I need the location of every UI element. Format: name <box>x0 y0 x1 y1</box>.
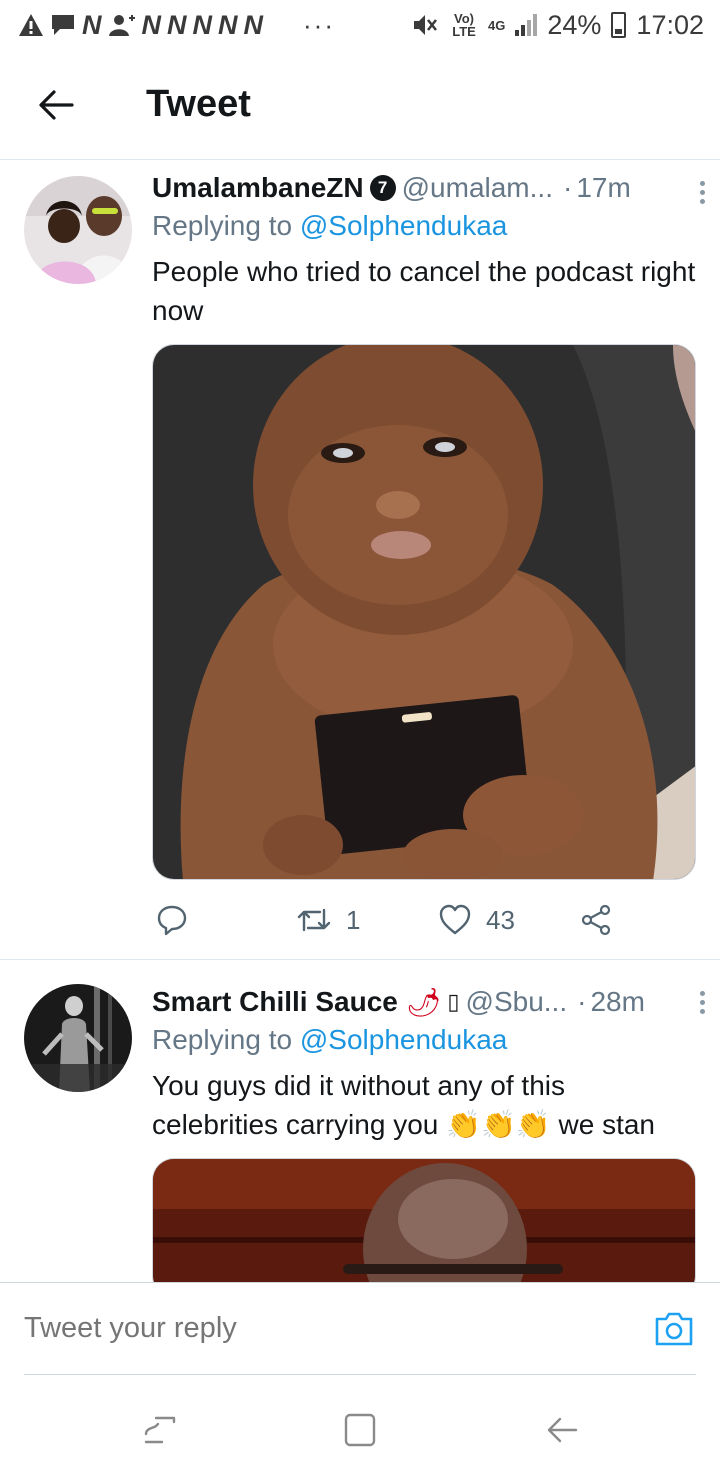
overflow-dots: ··· <box>303 9 335 40</box>
camera-icon <box>655 1312 693 1345</box>
tweet[interactable]: Smart Chilli Sauce 🌶 ▯ @Sbu... · 28m Rep… <box>0 962 720 1282</box>
page-title: Tweet <box>146 83 251 125</box>
recents-button[interactable] <box>140 1410 180 1450</box>
reply-composer <box>0 1282 720 1375</box>
verified-badge: 7 <box>369 175 396 201</box>
nav-back-icon <box>547 1417 578 1443</box>
share-button[interactable] <box>580 896 612 944</box>
more-vertical-icon <box>699 180 705 186</box>
reply-icon <box>157 905 187 936</box>
mute-icon <box>414 15 438 35</box>
user-handle[interactable]: @umalam... <box>402 172 553 204</box>
top-app-bar: Tweet <box>0 50 720 160</box>
tweet-header: Smart Chilli Sauce 🌶 ▯ @Sbu... · 28m <box>152 984 697 1020</box>
reply-input[interactable] <box>24 1312 652 1345</box>
tweet-header: UmalambaneZN 7 @umalam... · 17m <box>152 170 697 206</box>
avatar[interactable] <box>24 984 132 1092</box>
tweet[interactable]: UmalambaneZN 7 @umalam... · 17m Replying… <box>0 160 720 960</box>
tweet-body: UmalambaneZN 7 @umalam... · 17m Replying… <box>152 170 697 330</box>
status-bar: N N N N N N ··· Vo) LTE 4G 24% 17:02 <box>0 0 720 50</box>
heart-icon <box>439 904 471 935</box>
message-icon <box>52 15 74 35</box>
notification-icons: N N N N N N ··· <box>18 10 335 41</box>
nav-back-button[interactable] <box>542 1410 582 1450</box>
notification-n: N <box>167 9 187 40</box>
home-icon <box>344 1413 376 1447</box>
retweet-button[interactable]: 1 <box>296 896 360 944</box>
tweet-actions: 1 43 <box>152 896 697 944</box>
replying-prefix: Replying to <box>152 1024 293 1055</box>
display-name[interactable]: UmalambaneZN <box>152 172 364 204</box>
reply-composer-row <box>24 1283 696 1375</box>
mention-link[interactable]: @Solphendukaa <box>300 1024 507 1055</box>
timestamp: 17m <box>576 172 631 203</box>
tweet-text: People who tried to cancel the podcast r… <box>152 256 696 326</box>
user-handle[interactable]: @Sbu... <box>466 986 568 1018</box>
camera-button[interactable] <box>652 1307 696 1351</box>
system-icons: Vo) LTE 4G 24% 17:02 <box>412 10 704 41</box>
timestamp: 28m <box>590 986 645 1017</box>
system-nav-bar <box>0 1380 720 1480</box>
signal-icon <box>515 14 538 36</box>
chilli-emoji: 🌶 <box>405 986 442 1018</box>
recents-icon <box>144 1416 176 1444</box>
mention-link[interactable]: @Solphendukaa <box>300 210 507 241</box>
more-options-button[interactable] <box>692 174 712 210</box>
like-count: 43 <box>486 904 515 935</box>
tweet-text: You guys did it without any of this cele… <box>152 1066 697 1144</box>
replying-to: Replying to @Solphendukaa <box>152 1024 697 1060</box>
reply-button[interactable] <box>156 896 188 944</box>
retweet-count: 1 <box>346 904 361 935</box>
home-button[interactable] <box>340 1410 380 1450</box>
battery-percent: 24% <box>547 9 602 40</box>
notification-n: N <box>141 9 162 40</box>
tweet-text-end: we stan <box>558 1109 656 1140</box>
more-options-button[interactable] <box>692 984 712 1020</box>
warning-icon <box>19 14 43 36</box>
volte-label: Vo) LTE <box>452 11 476 39</box>
notification-n: N <box>192 9 213 40</box>
notification-n: N <box>218 9 238 40</box>
tweet-image[interactable] <box>152 344 696 880</box>
display-name[interactable]: Smart Chilli Sauce <box>152 986 398 1018</box>
like-button[interactable]: 43 <box>438 896 515 944</box>
retweet-icon <box>297 908 331 932</box>
battery-icon <box>611 12 627 38</box>
separator: · <box>562 172 573 203</box>
replying-to: Replying to @Solphendukaa <box>152 210 697 246</box>
notification-n: N <box>243 9 264 40</box>
clock: 17:02 <box>636 9 704 40</box>
back-button[interactable] <box>0 50 112 160</box>
more-vertical-icon <box>699 990 705 996</box>
unknown-glyph: ▯ <box>447 989 460 1014</box>
share-icon <box>581 904 611 936</box>
tweet-image[interactable] <box>152 1158 696 1282</box>
separator: · <box>577 986 587 1017</box>
avatar[interactable] <box>24 176 132 284</box>
tweet-body: Smart Chilli Sauce 🌶 ▯ @Sbu... · 28m Rep… <box>152 984 697 1144</box>
clap-emoji: 👏👏👏 <box>446 1109 551 1140</box>
replying-prefix: Replying to <box>152 210 293 241</box>
network-type: 4G <box>488 17 506 33</box>
add-person-icon <box>108 15 135 36</box>
notification-n: N <box>82 9 102 40</box>
arrow-left-icon <box>39 89 74 120</box>
